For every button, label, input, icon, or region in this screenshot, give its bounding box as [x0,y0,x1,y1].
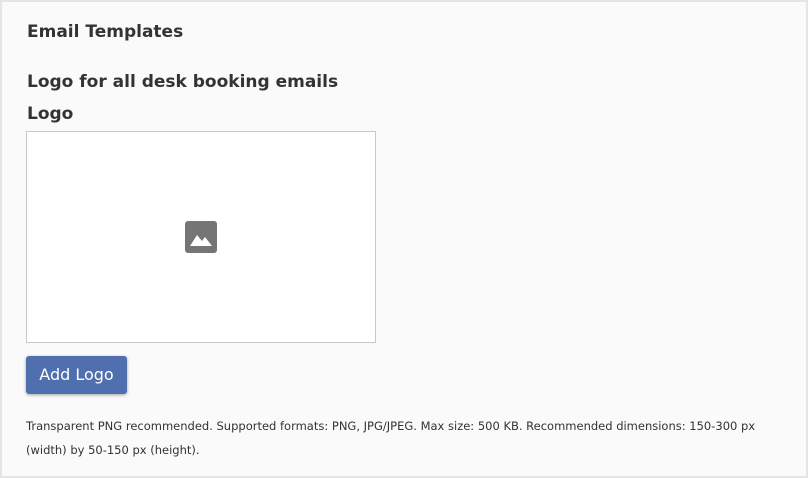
logo-field-label: Logo [27,104,74,124]
logo-help-text: Transparent PNG recommended. Supported f… [26,419,756,457]
logo-preview-box [26,131,376,343]
image-icon [185,221,217,253]
add-logo-button[interactable]: Add Logo [26,356,127,394]
subsection-title: Logo for all desk booking emails [27,72,339,92]
section-title: Email Templates [27,22,184,42]
email-templates-panel: Email Templates Logo for all desk bookin… [0,0,808,478]
